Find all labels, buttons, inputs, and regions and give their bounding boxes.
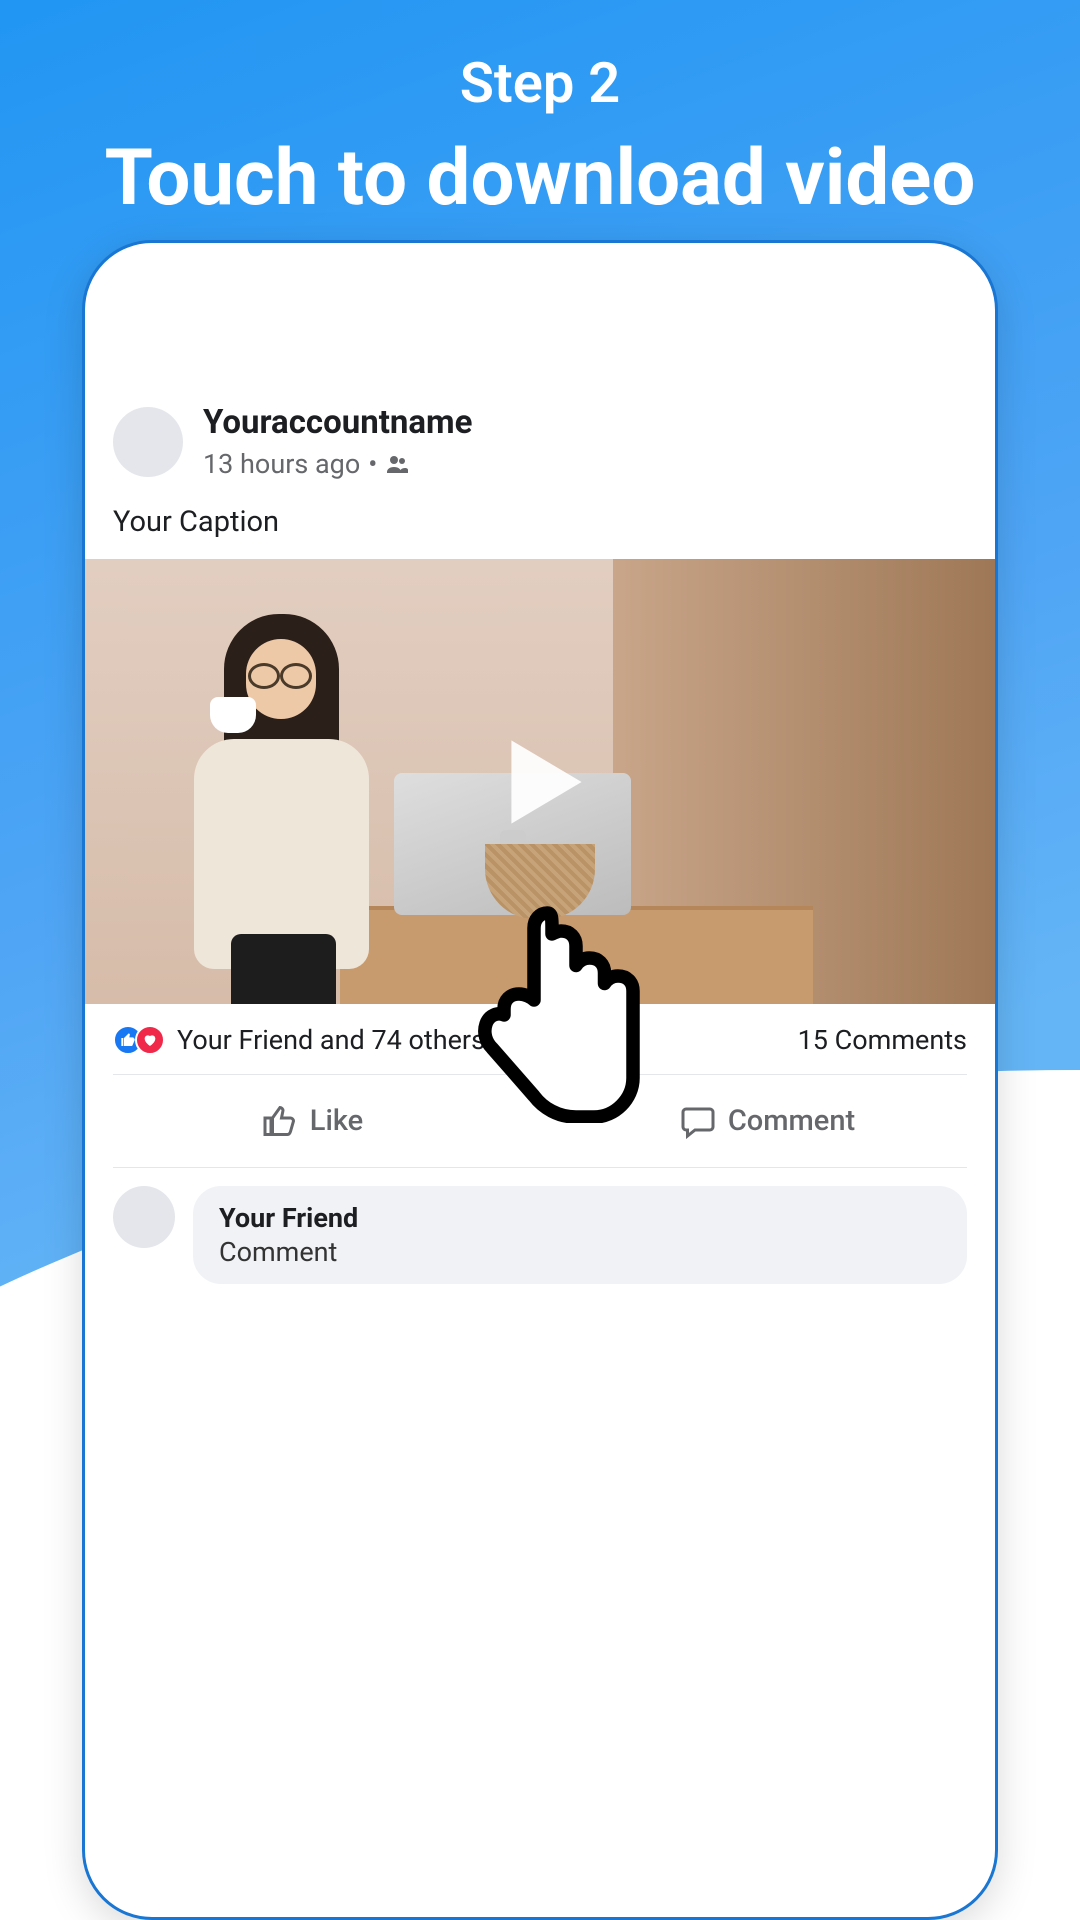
onboarding-header: Step 2 Touch to download video (0, 0, 1080, 222)
step-label: Step 2 (0, 50, 1080, 116)
post-avatar[interactable] (113, 407, 183, 477)
reactions-summary[interactable]: Your Friend and 74 others (113, 1024, 485, 1056)
commenter-name: Your Friend (219, 1202, 941, 1234)
comment-icon (680, 1103, 716, 1139)
audience-friends-icon (385, 452, 409, 476)
like-label: Like (310, 1104, 363, 1138)
page-title: Touch to download video (0, 136, 1080, 222)
post-timestamp: 13 hours ago • (203, 448, 472, 480)
phone-mockup: Youraccountname 13 hours ago • Your Capt… (82, 240, 998, 1920)
comment-bubble[interactable]: Your Friend Comment (193, 1186, 967, 1284)
likes-text: Your Friend and 74 others (177, 1024, 485, 1056)
post-header: Youraccountname 13 hours ago • (85, 403, 995, 505)
reaction-icons (113, 1025, 165, 1055)
like-icon (262, 1103, 298, 1139)
pointer-hand-icon (465, 898, 645, 1123)
separator-dot: • (368, 448, 377, 480)
post-caption: Your Caption (85, 505, 995, 559)
comments-count[interactable]: 15 Comments (798, 1024, 967, 1056)
comment-item: Your Friend Comment (85, 1168, 995, 1302)
comment-label: Comment (728, 1104, 855, 1138)
post-time-text: 13 hours ago (203, 448, 360, 480)
comment-text: Comment (219, 1236, 941, 1268)
play-icon[interactable] (475, 717, 605, 847)
heart-icon (135, 1025, 165, 1055)
commenter-avatar[interactable] (113, 1186, 175, 1248)
post-account-name[interactable]: Youraccountname (203, 403, 472, 442)
